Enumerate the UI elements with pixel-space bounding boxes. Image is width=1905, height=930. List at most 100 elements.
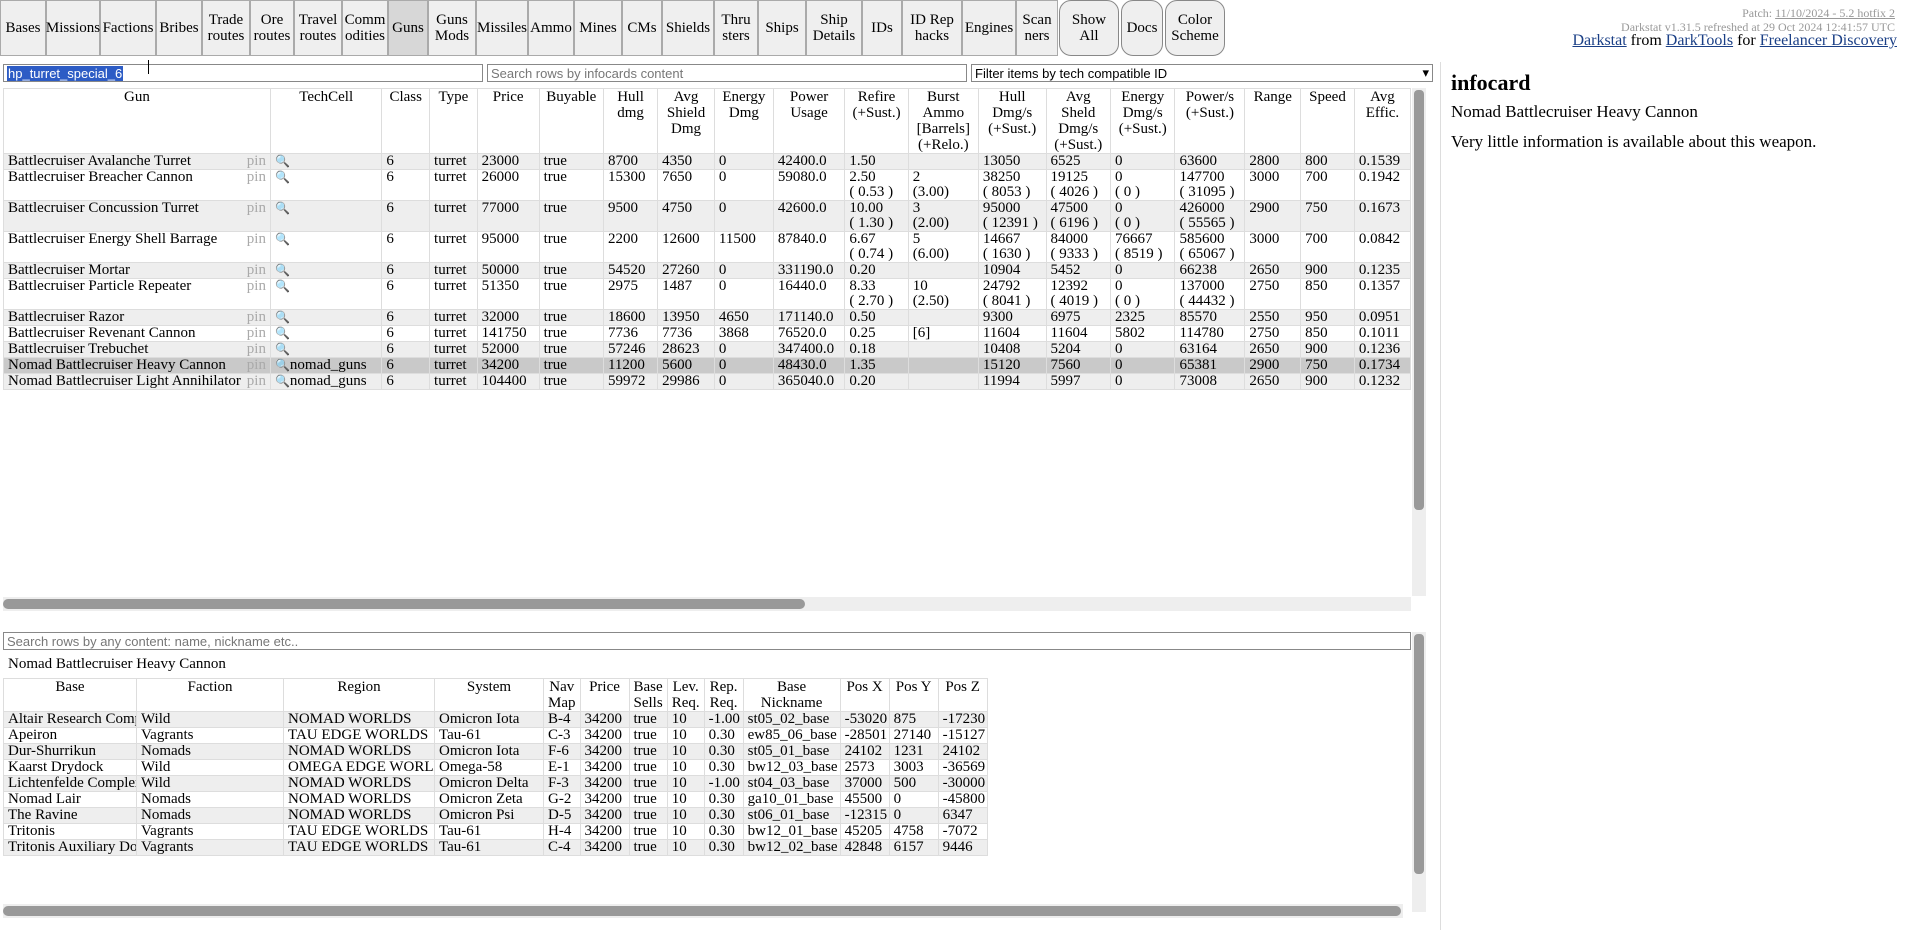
guns-table-row[interactable]: Battlecruiser Mortar pin 🔍 6 turret 50000 true… [3,262,1411,279]
pin-button[interactable]: pin [247,263,266,278]
bases-table-row[interactable]: Dur-Shurrikun Nomads NOMAD WORLDS Omicron I… [3,743,988,760]
bases-col-header[interactable]: Pos X [839,678,890,712]
pin-button[interactable]: pin [247,232,266,247]
guns-col-header[interactable]: Hull dmg [602,88,659,154]
nav-guns-mods-button[interactable]: Guns Mods [428,0,476,56]
magnifier-icon[interactable]: 🔍 [275,170,290,184]
pin-button[interactable]: pin [247,342,266,357]
bases-col-header[interactable]: Base Nickname [742,678,841,712]
bases-table-row[interactable]: Nomad Lair Nomads NOMAD WORLDS Omicron Zeta… [3,791,988,808]
patch-link[interactable]: 11/10/2024 - 5.2 hotfix 2 [1775,6,1895,20]
guns-col-header[interactable]: TechCell [269,88,383,154]
nav-ammo-button[interactable]: Ammo [528,0,574,56]
scrollbar-thumb[interactable] [3,599,805,609]
bases-table-horizontal-scrollbar[interactable] [3,904,1403,918]
guns-col-header[interactable]: Power/s (+Sust.) [1174,88,1246,154]
scrollbar-thumb[interactable] [1414,634,1424,874]
pin-button[interactable]: pin [247,201,266,216]
guns-col-header[interactable]: Avg Effic. [1353,88,1411,154]
darktools-link[interactable]: DarkTools [1666,32,1733,49]
guns-table-horizontal-scrollbar[interactable] [3,597,1411,611]
guns-col-header[interactable]: Power Usage [772,88,846,154]
bases-table-row[interactable]: Apeiron Vagrants TAU EDGE WORLDS Tau-61 C-3 3… [3,727,988,744]
guns-col-header[interactable]: Class [381,88,431,154]
nav-shields-button[interactable]: Shields [662,0,714,56]
nav-scanners-button[interactable]: Scan ners [1016,0,1058,56]
bases-col-header[interactable]: Base [3,678,137,712]
bases-table-vertical-scrollbar[interactable] [1412,632,1426,912]
bases-table-row[interactable]: Tritonis Auxiliary DockVagrantsTAU EDGE … [3,839,988,856]
guns-col-header[interactable]: Price [476,88,540,154]
magnifier-icon[interactable]: 🔍 [275,263,290,277]
guns-table-row[interactable]: Battlecruiser Particle Repeater pin 🔍 6 turr… [3,278,1411,310]
guns-table-row[interactable]: Battlecruiser Razor pin 🔍 6 turret 32000 true 1… [3,309,1411,326]
bases-col-header[interactable]: Faction [136,678,284,712]
magnifier-icon[interactable]: 🔍 [275,326,290,340]
guns-col-header[interactable]: Energy Dmg [713,88,774,154]
nav-bases-button[interactable]: Bases [0,0,46,56]
guns-col-header[interactable]: Gun [3,88,271,154]
darkstat-link[interactable]: Darkstat [1572,32,1626,49]
guns-table-row[interactable]: Nomad Battlecruiser Heavy Cannon pin 🔍noma… [3,357,1411,374]
guns-table-row[interactable]: Battlecruiser Trebuchet pin 🔍 6 turret 52000 t… [3,341,1411,358]
guns-col-header[interactable]: Range [1244,88,1302,154]
bases-col-header[interactable]: Pos Y [888,678,939,712]
magnifier-icon[interactable]: 🔍 [275,201,290,215]
color-scheme-button[interactable]: Color Scheme [1165,0,1225,56]
guns-col-header[interactable]: Avg Sheld Dmg/s (+Sust.) [1045,88,1112,154]
magnifier-icon[interactable]: 🔍 [275,154,290,168]
guns-col-header[interactable]: Energy Dmg/s (+Sust.) [1109,88,1176,154]
bases-table-row[interactable]: Lichtenfelde Complex Wild NOMAD WORLDS Omic… [3,775,988,792]
guns-table-row[interactable]: Battlecruiser Revenant Cannon pin 🔍 6 turret… [3,325,1411,342]
magnifier-icon[interactable]: 🔍 [275,358,290,372]
guns-col-header[interactable]: Refire (+Sust.) [844,88,909,154]
bases-table-row[interactable]: The Ravine Nomads NOMAD WORLDS Omicron Psi D… [3,807,988,824]
pin-button[interactable]: pin [247,310,266,325]
nav-engines-button[interactable]: Engines [962,0,1016,56]
guns-col-header[interactable]: Type [429,88,478,154]
magnifier-icon[interactable]: 🔍 [275,342,290,356]
guns-col-header[interactable]: Buyable [538,88,604,154]
nav-missiles-button[interactable]: Missiles [476,0,528,56]
bases-col-header[interactable]: Rep. Req. [703,678,744,712]
guns-col-header[interactable]: Hull Dmg/s (+Sust.) [977,88,1047,154]
nav-bribes-button[interactable]: Bribes [156,0,202,56]
guns-col-header[interactable]: Speed [1300,88,1355,154]
pin-button[interactable]: pin [247,154,266,169]
bases-col-header[interactable]: Base Sells [628,678,668,712]
docs-button[interactable]: Docs [1121,0,1163,56]
nav-ore-routes-button[interactable]: Ore routes [250,0,294,56]
magnifier-icon[interactable]: 🔍 [275,310,290,324]
nav-trade-routes-button[interactable]: Trade routes [202,0,250,56]
bases-col-header[interactable]: Nav Map [543,678,581,712]
pin-button[interactable]: pin [247,326,266,341]
nickname-search-input[interactable]: hp_turret_special_6 [3,64,483,82]
guns-table-row[interactable]: Battlecruiser Concussion Turret pin 🔍 6 turr… [3,200,1411,232]
bases-col-header[interactable]: Lev. Req. [666,678,705,712]
tech-filter-select[interactable]: Filter items by tech compatible ID ▾ [971,64,1433,82]
nav-factions-button[interactable]: Factions [100,0,156,56]
nav-thrusters-button[interactable]: Thru sters [714,0,758,56]
bases-col-header[interactable]: Region [283,678,435,712]
bases-col-header[interactable]: Pos Z [937,678,988,712]
bases-table-row[interactable]: Tritonis Vagrants TAU EDGE WORLDS Tau-61 H-4… [3,823,988,840]
pin-button[interactable]: pin [247,170,266,185]
magnifier-icon[interactable]: 🔍 [275,279,290,293]
scrollbar-thumb[interactable] [3,906,1401,916]
bases-table-row[interactable]: Altair Research ComplexWildNOMAD WORLDSO… [3,711,988,728]
bases-col-header[interactable]: Price [579,678,630,712]
guns-table-row[interactable]: Battlecruiser Avalanche Turret pin 🔍 6 turre… [3,153,1411,170]
guns-table-row[interactable]: Battlecruiser Breacher Cannon pin 🔍 6 turret… [3,169,1411,201]
show-all-button[interactable]: Show All [1059,0,1119,56]
guns-table-row[interactable]: Nomad Battlecruiser Light Annihilator pin… [3,373,1411,390]
nav-mines-button[interactable]: Mines [574,0,622,56]
nav-cms-button[interactable]: CMs [622,0,662,56]
nav-commodities-button[interactable]: Comm odities [342,0,388,56]
pin-button[interactable]: pin [247,279,266,294]
nav-guns-button[interactable]: Guns [388,0,428,56]
nav-travel-routes-button[interactable]: Travel routes [294,0,342,56]
nav-missions-button[interactable]: Missions [46,0,100,56]
infocard-search-input[interactable]: Search rows by infocards content [487,64,967,82]
nav-ship-details-button[interactable]: Ship Details [806,0,862,56]
nav-id-rep-hacks-button[interactable]: ID Rep hacks [902,0,962,56]
